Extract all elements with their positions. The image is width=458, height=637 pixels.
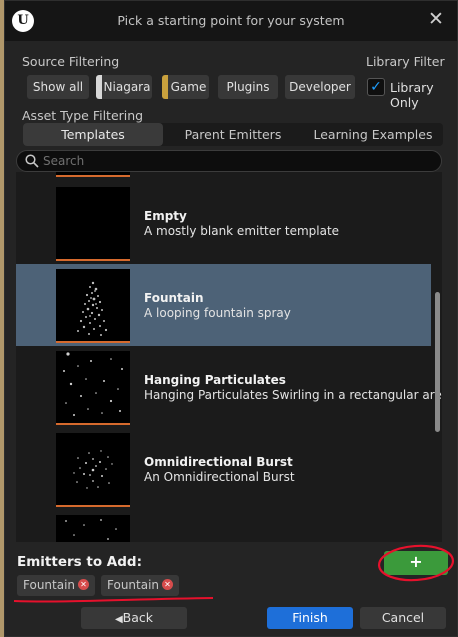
burst-image xyxy=(73,450,113,489)
filter-game-button[interactable]: Game xyxy=(162,75,209,99)
particles-image xyxy=(65,519,117,540)
template-name: Hanging Particulates xyxy=(144,373,286,387)
cancel-button[interactable]: Cancel xyxy=(360,607,446,629)
filter-game-label: Game xyxy=(170,80,207,94)
filter-niagara-label: Niagara xyxy=(103,80,151,94)
scrollbar-thumb[interactable] xyxy=(435,292,440,432)
remove-icon[interactable]: ✕ xyxy=(78,579,89,590)
library-only-label[interactable]: Library Only xyxy=(390,80,457,110)
source-filtering-label: Source Filtering xyxy=(22,54,120,69)
fountain-particles-image xyxy=(77,281,108,336)
template-description: A mostly blank emitter template xyxy=(144,224,340,238)
template-description: Hanging Particulates Swirling in a recta… xyxy=(144,388,442,402)
filter-developer-button[interactable]: Developer xyxy=(285,75,355,99)
search-icon xyxy=(25,154,39,168)
filter-plugins-button[interactable]: Plugins xyxy=(218,75,278,99)
template-thumbnail xyxy=(56,269,130,343)
filter-niagara-button[interactable]: Niagara xyxy=(96,75,152,99)
library-only-checkbox[interactable]: ✓ xyxy=(367,78,385,96)
emitters-to-add-label: Emitters to Add: xyxy=(17,554,142,570)
library-filter-label: Library Filter xyxy=(366,54,445,69)
title-bar: U Pick a starting point for your system … xyxy=(5,1,457,41)
tab-templates[interactable]: Templates xyxy=(23,123,163,146)
dialog-body: Source Filtering Library Filter Show all… xyxy=(5,41,457,636)
filter-show-all-button[interactable]: Show all xyxy=(27,75,89,99)
search-box xyxy=(16,150,442,172)
dialog-window: U Pick a starting point for your system … xyxy=(4,0,458,637)
search-input[interactable] xyxy=(43,153,433,169)
tab-learning-examples[interactable]: Learning Examples xyxy=(303,123,443,146)
template-thumbnail xyxy=(56,515,130,542)
emitter-chip-label: Fountain xyxy=(107,578,160,592)
filter-developer-label: Developer xyxy=(289,80,351,94)
template-description: An Omnidirectional Burst xyxy=(144,470,295,484)
close-icon[interactable]: ✕ xyxy=(427,10,445,29)
template-thumbnail xyxy=(56,187,130,261)
annotation-underline xyxy=(13,597,214,603)
emitter-chip[interactable]: Fountain ✕ xyxy=(17,575,95,596)
filter-show-all-label: Show all xyxy=(32,80,84,94)
template-thumbnail xyxy=(56,172,130,177)
tab-parent-emitters[interactable]: Parent Emitters xyxy=(163,123,303,146)
asset-type-label: Asset Type Filtering xyxy=(22,108,144,123)
emitter-chip-label: Fountain xyxy=(23,578,76,592)
filter-plugins-label: Plugins xyxy=(226,80,270,94)
list-item-partial[interactable] xyxy=(16,510,431,542)
list-item-omnidirectional-burst[interactable]: Omnidirectional Burst An Omnidirectional… xyxy=(16,428,431,510)
template-name: Empty xyxy=(144,209,187,223)
template-thumbnail xyxy=(56,433,130,507)
finish-button[interactable]: Finish xyxy=(267,607,353,629)
list-item-hanging-particulates[interactable]: Hanging Particulates Hanging Particulate… xyxy=(16,346,442,428)
niagara-color-bar xyxy=(96,75,102,99)
annotation-circle xyxy=(377,544,455,582)
emitter-chip[interactable]: Fountain ✕ xyxy=(101,575,179,596)
back-arrow-icon: ◀ xyxy=(114,614,123,625)
remove-icon[interactable]: ✕ xyxy=(162,579,173,590)
template-name: Fountain xyxy=(144,291,204,305)
particulates-image xyxy=(63,352,123,416)
list-item-fountain[interactable]: Fountain A looping fountain spray xyxy=(16,264,431,346)
template-description: A looping fountain spray xyxy=(144,306,291,320)
game-color-bar xyxy=(162,75,168,99)
template-name: Omnidirectional Burst xyxy=(144,455,293,469)
template-list: Empty A mostly blank emitter template Fo… xyxy=(16,172,442,542)
list-item-empty[interactable]: Empty A mostly blank emitter template xyxy=(16,182,431,264)
list-item-partial[interactable] xyxy=(16,172,431,180)
back-button-label: Back xyxy=(122,610,154,625)
back-button[interactable]: ◀Back xyxy=(81,607,187,629)
asset-type-tabs: Templates Parent Emitters Learning Examp… xyxy=(23,123,443,146)
dialog-title: Pick a starting point for your system xyxy=(117,13,345,28)
template-thumbnail xyxy=(56,351,130,425)
